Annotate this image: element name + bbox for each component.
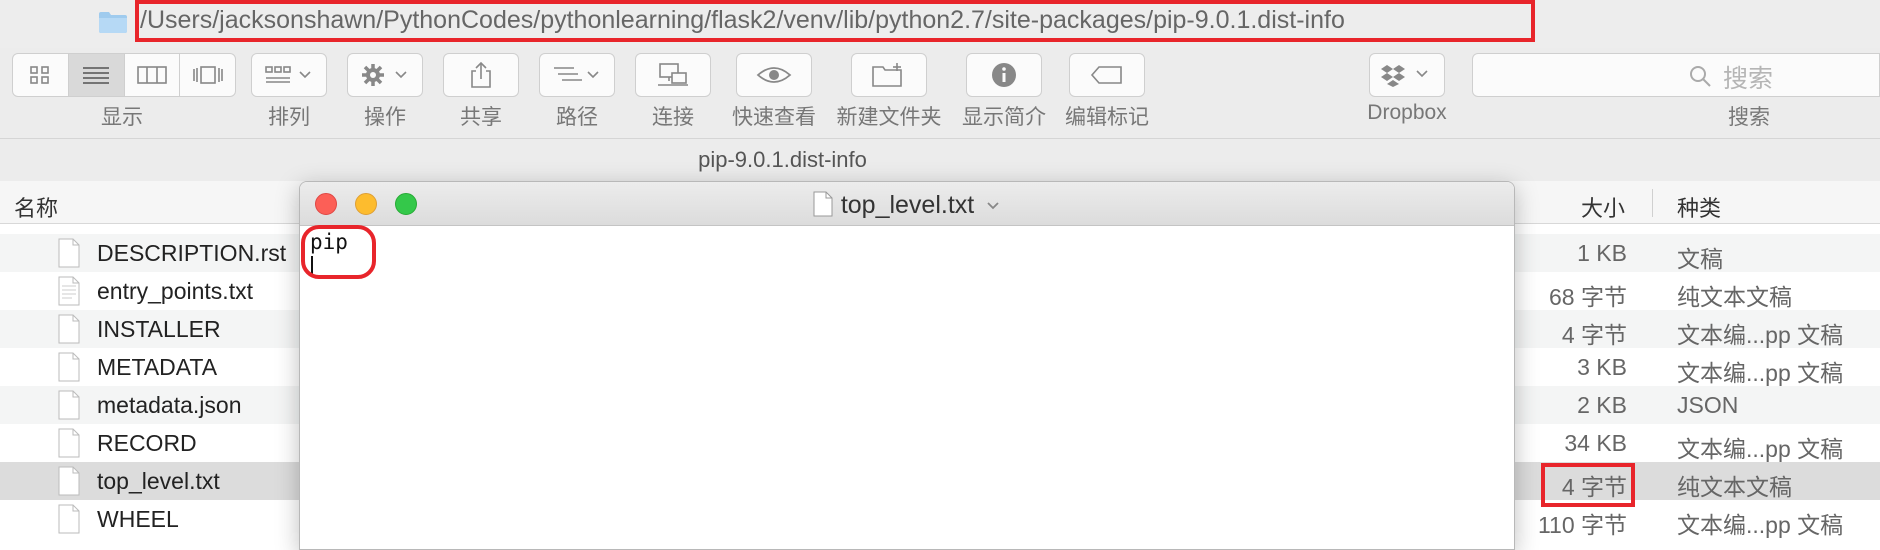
edit-tags-button[interactable]: [1069, 53, 1145, 97]
file-size: 1 KB: [1577, 240, 1627, 266]
document-icon: [58, 428, 80, 458]
quicklook-button[interactable]: [736, 53, 812, 97]
file-size: 34 KB: [1564, 430, 1627, 456]
file-name: INSTALLER: [97, 316, 221, 342]
eye-icon: [756, 67, 792, 83]
action-label: 操作: [364, 106, 406, 129]
file-size: 4 字节: [1561, 322, 1627, 348]
search-icon: [1690, 66, 1711, 87]
column-view-button[interactable]: [125, 54, 181, 96]
connect-label: 连接: [652, 106, 694, 129]
connect-screen-icon: [658, 63, 688, 86]
list-icon: [83, 67, 110, 84]
file-name: top_level.txt: [97, 468, 220, 494]
new-folder-button[interactable]: [851, 53, 927, 97]
content-highlight-box: [301, 225, 376, 279]
file-kind: 文本编...pp 文稿: [1677, 512, 1844, 538]
dropbox-label: Dropbox: [1367, 101, 1447, 124]
finder-window-title: pip-9.0.1.dist-info: [698, 147, 867, 172]
document-icon: [58, 238, 80, 268]
path-bar: /Users/jacksonshawn/PythonCodes/pythonle…: [0, 0, 1880, 48]
search-placeholder: 搜索: [1723, 65, 1774, 93]
toolbar: 显示 排列 操作 共享 路径 连接 快速查看 新建文件夹 显示简介 编辑标记 D…: [0, 48, 1880, 138]
text-document-icon: [58, 276, 80, 306]
file-name: entry_points.txt: [97, 278, 253, 304]
document-icon: [58, 504, 80, 534]
action-button[interactable]: [347, 53, 423, 97]
chevron-down-icon: [987, 202, 999, 210]
connect-button[interactable]: [635, 53, 711, 97]
document-icon: [813, 191, 833, 217]
path-label: 路径: [556, 106, 598, 129]
file-size: 68 字节: [1549, 284, 1627, 310]
column-header-kind[interactable]: 种类: [1677, 191, 1721, 223]
share-button[interactable]: [443, 53, 519, 97]
arrange-label: 排列: [268, 106, 310, 129]
share-label: 共享: [460, 106, 502, 129]
path-button[interactable]: [539, 53, 615, 97]
info-icon: [992, 63, 1016, 87]
icon-view-button[interactable]: [13, 54, 69, 96]
dropbox-icon: [1381, 65, 1428, 87]
document-icon: [58, 352, 80, 382]
icon-grid-icon: [30, 66, 50, 84]
search-label: 搜索: [1728, 106, 1770, 129]
document-icon: [58, 314, 80, 344]
column-header-size[interactable]: 大小: [1581, 191, 1625, 223]
textedit-title[interactable]: top_level.txt: [300, 191, 1514, 220]
folder-icon: [99, 12, 127, 33]
view-mode-segmented-control[interactable]: [12, 53, 236, 97]
search-input[interactable]: [1472, 53, 1880, 97]
path-text[interactable]: /Users/jacksonshawn/PythonCodes/pythonle…: [140, 6, 1345, 35]
view-label: 显示: [101, 106, 143, 129]
file-kind: 纯文本文稿: [1677, 284, 1792, 310]
column-header-name[interactable]: 名称: [14, 191, 58, 223]
file-name: RECORD: [97, 430, 197, 456]
file-size: 2 KB: [1577, 392, 1627, 418]
new-folder-icon: [872, 63, 902, 87]
file-kind: 纯文本文稿: [1677, 474, 1792, 500]
get-info-label: 显示简介: [962, 106, 1046, 129]
file-size: 3 KB: [1577, 354, 1627, 380]
path-icon: [554, 67, 599, 81]
gallery-view-button[interactable]: [180, 54, 235, 96]
textedit-filename: top_level.txt: [840, 191, 975, 219]
share-icon: [471, 61, 491, 88]
textedit-window: top_level.txt pip: [299, 181, 1515, 550]
document-icon: [58, 390, 80, 420]
columns-icon: [137, 66, 167, 84]
file-kind: 文本编...pp 文稿: [1677, 322, 1844, 348]
get-info-button[interactable]: [966, 53, 1042, 97]
dropbox-button[interactable]: [1369, 53, 1445, 97]
size-highlight-box: [1541, 463, 1635, 507]
file-name: WHEEL: [97, 506, 179, 532]
tag-icon: [1090, 66, 1122, 84]
file-name: METADATA: [97, 354, 218, 380]
arrange-icon: [265, 66, 311, 83]
quicklook-label: 快速查看: [732, 106, 816, 129]
file-name: metadata.json: [97, 392, 242, 418]
gallery-icon: [192, 66, 223, 84]
gear-icon: [362, 64, 407, 86]
edit-tags-label: 编辑标记: [1065, 106, 1149, 129]
file-size: 110 字节: [1537, 512, 1627, 538]
file-name: DESCRIPTION.rst: [97, 240, 287, 266]
document-icon: [58, 466, 80, 496]
textedit-title-bar[interactable]: top_level.txt: [300, 182, 1514, 226]
new-folder-label: 新建文件夹: [836, 106, 942, 129]
column-divider: [1652, 189, 1653, 217]
file-kind: 文本编...pp 文稿: [1677, 360, 1844, 386]
file-kind: JSON: [1677, 392, 1739, 418]
file-kind: 文本编...pp 文稿: [1677, 436, 1844, 462]
file-kind: 文稿: [1677, 246, 1723, 272]
finder-title-bar: pip-9.0.1.dist-info: [0, 138, 1880, 180]
list-view-button[interactable]: [68, 54, 125, 96]
arrange-button[interactable]: [251, 53, 327, 97]
